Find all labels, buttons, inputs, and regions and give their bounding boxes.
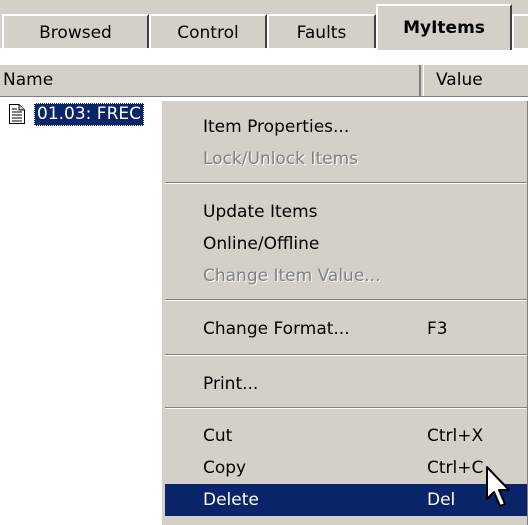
menu-item-label: Online/Offline (203, 234, 320, 254)
menu-item-label: Copy (203, 458, 247, 478)
document-icon (9, 104, 25, 124)
tab-myitems[interactable]: MyItems (376, 4, 512, 50)
list-item-name: 01.03: FREC (34, 102, 145, 126)
menu-item-label: Update Items (203, 202, 318, 222)
list-item[interactable]: 01.03: FREC (8, 102, 145, 126)
menu-item-update-items[interactable]: Update Items (165, 196, 527, 228)
menu-item-label: Change Format... (203, 319, 350, 339)
tab-strip: Browsed Control Faults MyItems (0, 0, 528, 50)
menu-item-change-format[interactable]: Change Format... F3 (165, 313, 527, 345)
arrow-pointer-icon (486, 466, 510, 507)
list-header: Name Value (0, 64, 528, 97)
menu-item-label: Print... (203, 374, 259, 394)
menu-item-shortcut: Del (427, 490, 456, 510)
menu-item-cut[interactable]: Cut Ctrl+X (165, 420, 527, 452)
tab-divider-left (0, 48, 378, 50)
menu-item-label: Item Properties... (203, 117, 350, 137)
tab-faults[interactable]: Faults (267, 14, 376, 50)
context-menu: Item Properties... Lock/Unlock Items Upd… (161, 100, 528, 525)
menu-item-copy[interactable]: Copy Ctrl+C (165, 452, 527, 484)
menu-item-print[interactable]: Print... (165, 368, 527, 400)
menu-item-lock-unlock-items: Lock/Unlock Items (165, 143, 527, 175)
menu-item-change-item-value: Change Item Value... (165, 260, 527, 292)
menu-item-label: Change Item Value... (203, 266, 381, 286)
tab-overflow[interactable] (512, 14, 528, 50)
menu-item-label: Delete (203, 490, 259, 510)
menu-separator (165, 354, 527, 356)
menu-item-label: Lock/Unlock Items (203, 149, 358, 169)
menu-separator (165, 299, 527, 301)
menu-separator (165, 182, 527, 184)
column-header-name[interactable]: Name (0, 65, 421, 96)
menu-item-shortcut: F3 (427, 319, 448, 339)
menu-item-label: Cut (203, 426, 233, 446)
tab-browsed[interactable]: Browsed (2, 14, 149, 50)
tab-divider-right (512, 48, 528, 50)
menu-item-online-offline[interactable]: Online/Offline (165, 228, 527, 260)
column-header-value[interactable]: Value (423, 65, 528, 96)
tab-control[interactable]: Control (149, 14, 267, 50)
menu-item-item-properties[interactable]: Item Properties... (165, 111, 527, 143)
menu-item-shortcut: Ctrl+X (427, 426, 484, 446)
menu-item-delete[interactable]: Delete Del (165, 484, 527, 516)
menu-item-shortcut: Ctrl+C (427, 458, 484, 478)
menu-separator (165, 407, 527, 409)
